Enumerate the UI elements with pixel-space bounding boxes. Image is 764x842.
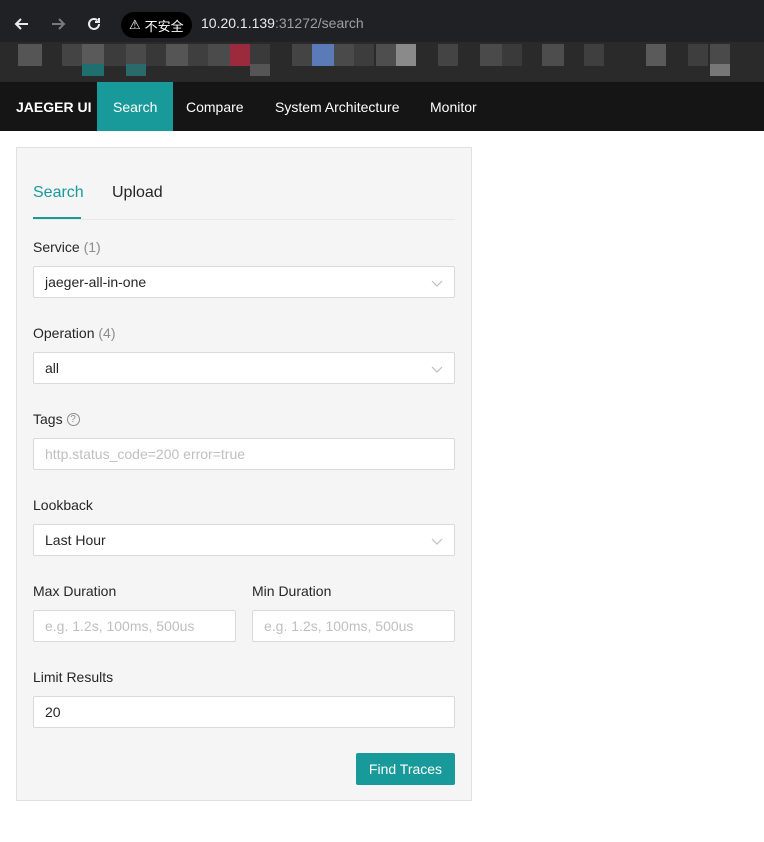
min-duration-input[interactable]: e.g. 1.2s, 100ms, 500us xyxy=(252,610,455,642)
nav-compare[interactable]: Compare xyxy=(170,82,260,131)
search-panel: Search Upload Service (1) jaeger-all-in-… xyxy=(16,147,472,801)
chevron-down-icon xyxy=(431,538,443,545)
lookback-select[interactable]: Last Hour xyxy=(33,524,455,556)
operation-select[interactable]: all xyxy=(33,352,455,384)
back-button[interactable] xyxy=(10,12,34,36)
question-circle-icon[interactable]: ? xyxy=(66,413,80,426)
search-tabs: Search Upload xyxy=(33,172,455,220)
service-label: Service (1) xyxy=(33,239,101,255)
security-label: 不安全 xyxy=(144,18,184,34)
security-chip[interactable]: ⚠ 不安全 xyxy=(121,12,192,38)
browser-toolbar: ⚠ 不安全 10.20.1.139:31272/search xyxy=(0,0,764,48)
limit-results-label: Limit Results xyxy=(33,669,114,685)
tab-search[interactable]: Search xyxy=(33,184,84,202)
max-duration-input[interactable]: e.g. 1.2s, 100ms, 500us xyxy=(33,610,236,642)
address-bar[interactable]: 10.20.1.139:31272/search xyxy=(201,15,364,31)
lookback-label: Lookback xyxy=(33,497,93,513)
max-duration-label: Max Duration xyxy=(33,583,117,599)
service-select[interactable]: jaeger-all-in-one xyxy=(33,266,455,298)
top-navigation: JAEGER UI Search Compare System Architec… xyxy=(0,82,764,131)
tab-upload[interactable]: Upload xyxy=(112,184,163,202)
forward-button[interactable] xyxy=(46,12,70,36)
tags-input[interactable]: http.status_code=200 error=true xyxy=(33,438,455,470)
arrow-right-icon xyxy=(52,18,66,30)
chevron-down-icon xyxy=(431,280,443,287)
nav-system-architecture[interactable]: System Architecture xyxy=(259,82,416,131)
browser-chrome: ⚠ 不安全 10.20.1.139:31272/search xyxy=(0,0,764,82)
service-value: jaeger-all-in-one xyxy=(45,274,147,290)
service-count: (1) xyxy=(83,239,101,255)
operation-label: Operation (4) xyxy=(33,325,116,341)
tags-label: Tags? xyxy=(33,411,80,427)
chevron-down-icon xyxy=(431,366,443,373)
reload-icon xyxy=(88,17,100,30)
bookmarks-bar xyxy=(0,42,764,82)
nav-search[interactable]: Search xyxy=(97,82,174,131)
limit-results-input[interactable]: 20 xyxy=(33,696,455,728)
url-path: :31272/search xyxy=(274,15,364,31)
warning-icon: ⚠ xyxy=(129,17,141,32)
operation-count: (4) xyxy=(98,325,116,341)
brand-logo[interactable]: JAEGER UI xyxy=(16,99,91,115)
reload-button[interactable] xyxy=(82,12,106,36)
min-duration-label: Min Duration xyxy=(252,583,332,599)
find-traces-button[interactable]: Find Traces xyxy=(356,753,455,785)
url-host: 10.20.1.139 xyxy=(201,15,275,31)
arrow-left-icon xyxy=(14,18,28,30)
nav-monitor[interactable]: Monitor xyxy=(414,82,493,131)
operation-value: all xyxy=(45,360,60,376)
active-tab-indicator xyxy=(33,217,81,219)
lookback-value: Last Hour xyxy=(45,532,106,548)
